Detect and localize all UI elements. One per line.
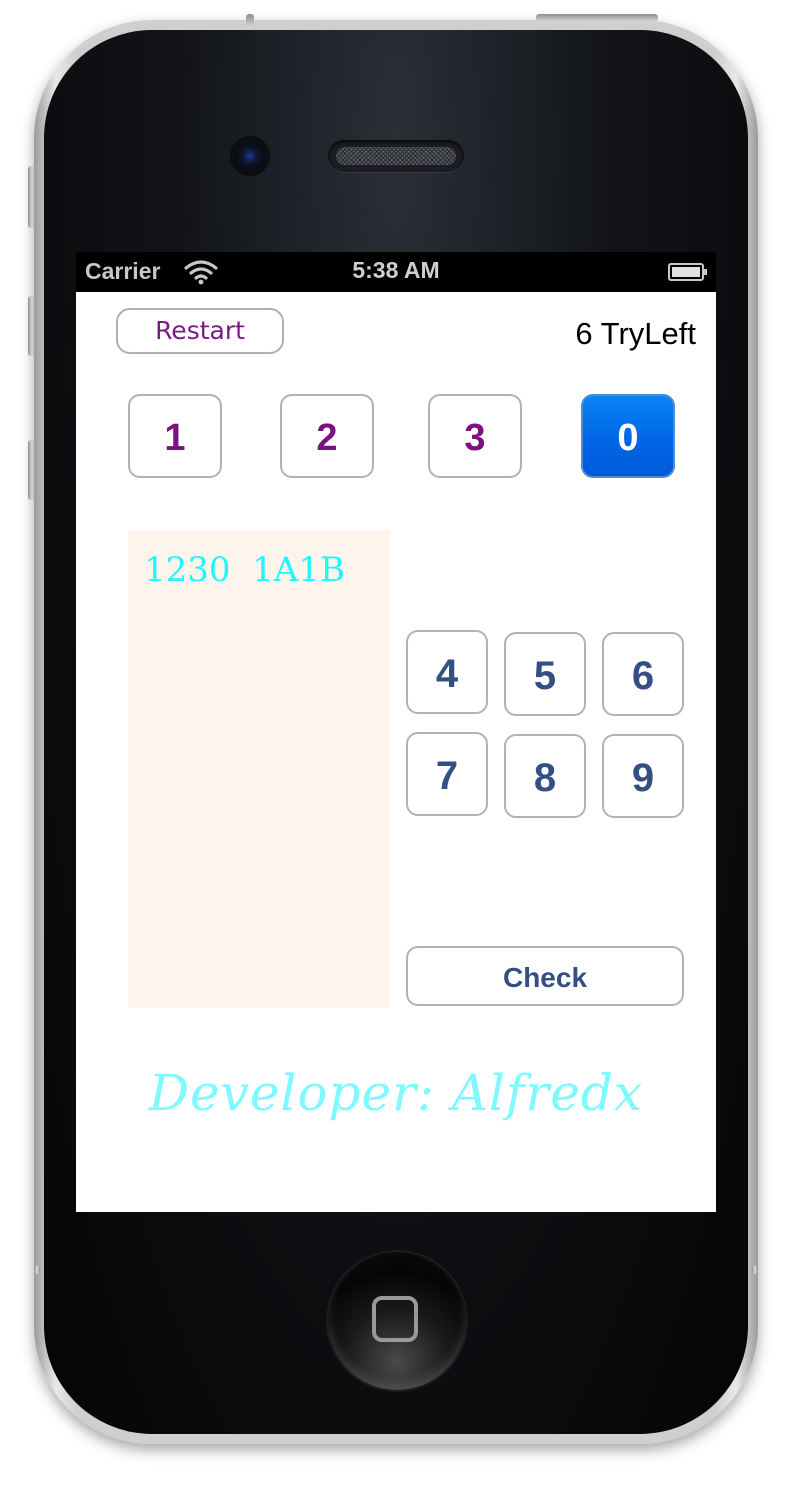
device-volume-up-button (28, 296, 36, 356)
check-button[interactable]: Check (406, 946, 684, 1006)
keypad-key-8[interactable]: 8 (504, 734, 586, 818)
tries-left-label: 6 TryLeft (575, 316, 696, 351)
home-square-icon (372, 1296, 418, 1342)
front-camera (232, 138, 268, 174)
device-right-edge-mark (752, 1266, 758, 1274)
battery-icon (668, 263, 707, 281)
keypad-key-5[interactable]: 5 (504, 632, 586, 716)
history-panel: 1230 1A1B (128, 530, 390, 1008)
keypad-key-9[interactable]: 9 (602, 734, 684, 818)
status-bar: Carrier 5:38 AM (76, 252, 716, 292)
history-entry: 1230 1A1B (144, 550, 345, 590)
app-screen: Carrier 5:38 AM Restart 6 TryLeft 1 2 3 … (76, 252, 716, 1212)
speaker-grill (336, 147, 456, 165)
home-button[interactable] (328, 1252, 466, 1390)
device-sleep-button (536, 14, 658, 22)
earpiece-speaker (328, 140, 464, 172)
keypad-key-4[interactable]: 4 (406, 630, 488, 714)
guess-slot-3[interactable]: 3 (428, 394, 522, 478)
keypad-key-7[interactable]: 7 (406, 732, 488, 816)
device-top-notch (246, 14, 254, 28)
restart-button[interactable]: Restart (116, 308, 284, 354)
device-left-edge-mark (34, 1266, 40, 1274)
guess-slot-2[interactable]: 2 (280, 394, 374, 478)
status-time: 5:38 AM (352, 257, 440, 283)
guess-slot-4[interactable]: 0 (581, 394, 675, 478)
developer-credit: Developer: Alfredx (148, 1064, 644, 1122)
device-volume-down-button (28, 440, 36, 500)
guess-slot-1[interactable]: 1 (128, 394, 222, 478)
device-mute-switch (28, 166, 36, 228)
keypad-key-6[interactable]: 6 (602, 632, 684, 716)
